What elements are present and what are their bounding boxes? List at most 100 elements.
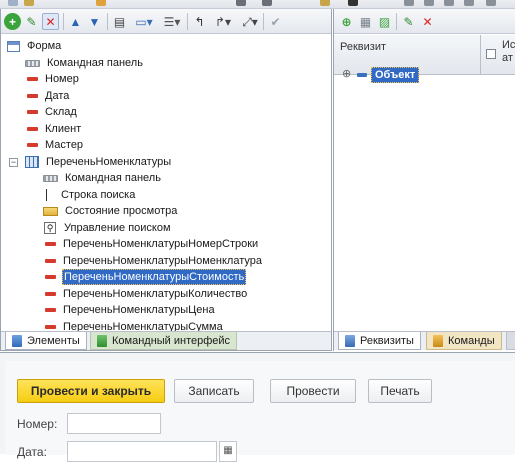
tab-commands[interactable]: Команды bbox=[426, 332, 502, 350]
delete-icon[interactable]: ✕ bbox=[419, 13, 436, 30]
field-icon bbox=[45, 259, 56, 263]
toolbar-icon[interactable] bbox=[24, 0, 34, 6]
post-and-close-button[interactable]: Провести и закрыть bbox=[17, 379, 165, 403]
expand-icon[interactable]: ⊕ bbox=[342, 68, 351, 80]
tree-item-price[interactable]: ПереченьНоменклатурыЦена bbox=[45, 302, 216, 318]
left-tab-bar: Элементы Командный интерфейс bbox=[1, 331, 331, 350]
date-label: Дата: bbox=[17, 445, 47, 459]
elements-tree: Форма Командная панель Номер Дата Склад … bbox=[1, 35, 331, 333]
tree-item-label: ПереченьНоменклатурыКоличество bbox=[63, 288, 248, 300]
tab-command-interface[interactable]: Командный интерфейс bbox=[90, 332, 238, 350]
add-column-icon[interactable]: ▦ bbox=[357, 13, 374, 30]
tree-item-table-command-bar[interactable]: Командная панель bbox=[43, 170, 162, 186]
column-label: Реквизит bbox=[340, 41, 386, 53]
command-bar-icon bbox=[43, 174, 58, 182]
search-string-icon bbox=[46, 189, 50, 201]
toolbar-icon[interactable] bbox=[404, 0, 414, 6]
tab-attributes[interactable]: Реквизиты bbox=[338, 332, 421, 350]
search-control-icon: ⚲ bbox=[44, 222, 56, 234]
tab-label: Команды bbox=[448, 334, 495, 347]
redo-menu-icon[interactable]: ↱▾ bbox=[211, 13, 235, 30]
column-label: Ис ат bbox=[502, 39, 515, 64]
tree-item-label: Состояние просмотра bbox=[65, 205, 178, 217]
expand-menu-icon[interactable]: ⤢▾ bbox=[239, 13, 261, 30]
tree-item-view-state[interactable]: Состояние просмотра bbox=[43, 203, 178, 219]
move-up-icon[interactable]: ▲ bbox=[67, 13, 84, 30]
number-field[interactable] bbox=[67, 413, 161, 434]
field-icon bbox=[45, 292, 56, 296]
delete-icon[interactable]: ✕ bbox=[42, 13, 59, 30]
display-menu-icon[interactable]: ▭▾ bbox=[133, 13, 155, 30]
tree-item-table[interactable]: ПереченьНоменклатуры bbox=[25, 154, 172, 170]
tab-label: Элементы bbox=[27, 334, 80, 347]
attributes-toolbar: ⊕ ▦ ▨ ✎ ✕ bbox=[334, 9, 515, 34]
toolbar-icon[interactable] bbox=[236, 0, 246, 6]
object-label: Объект bbox=[371, 67, 420, 83]
checkbox-icon bbox=[486, 49, 496, 59]
tree-item-line-number[interactable]: ПереченьНоменклатурыНомерСтроки bbox=[45, 236, 259, 252]
add-icon[interactable]: + bbox=[4, 13, 21, 30]
date-field[interactable] bbox=[67, 441, 217, 462]
field-icon bbox=[27, 110, 38, 114]
add-attribute-icon[interactable]: ⊕ bbox=[338, 13, 355, 30]
add-subitem-icon[interactable]: ▨ bbox=[376, 13, 393, 30]
view-state-icon bbox=[43, 206, 58, 216]
write-button[interactable]: Записать bbox=[174, 379, 254, 403]
tree-item-form[interactable]: Форма bbox=[7, 38, 62, 54]
tree-item-label: Склад bbox=[45, 106, 77, 118]
tree-item-search-control[interactable]: ⚲ Управление поиском bbox=[43, 220, 172, 236]
form-properties-icon[interactable]: ▤ bbox=[111, 13, 128, 30]
toolbar-icon[interactable] bbox=[464, 0, 474, 6]
tree-item-master[interactable]: Мастер bbox=[27, 137, 84, 153]
tree-item-search-string[interactable]: Строка поиска bbox=[43, 187, 136, 203]
attributes-tab-icon bbox=[345, 334, 355, 347]
check-icon[interactable]: ✔ bbox=[267, 13, 284, 30]
attribute-row-object[interactable]: ⊕ Объект bbox=[334, 67, 420, 83]
post-button[interactable]: Провести bbox=[270, 379, 356, 403]
tab-more[interactable] bbox=[506, 332, 515, 350]
number-label: Номер: bbox=[17, 417, 58, 431]
tree-item-client[interactable]: Клиент bbox=[27, 121, 82, 137]
field-icon bbox=[45, 242, 56, 246]
form-elements-panel: + ✎ ✕ ▲ ▼ ▤ ▭▾ ☰▾ ↰ ↱▾ ⤢▾ ✔ Форма Команд… bbox=[0, 9, 332, 351]
list-menu-icon[interactable]: ☰▾ bbox=[161, 13, 183, 30]
tab-elements[interactable]: Элементы bbox=[5, 332, 87, 350]
right-tab-bar: Реквизиты Команды bbox=[334, 331, 515, 350]
tree-item-label: Форма bbox=[27, 40, 62, 52]
tree-item-label: ПереченьНоменклатурыЦена bbox=[63, 304, 215, 316]
command-bar-icon bbox=[25, 59, 40, 67]
column-checkbox[interactable] bbox=[486, 35, 498, 75]
toolbar-icon[interactable] bbox=[262, 0, 272, 6]
calendar-icon[interactable]: ▦ bbox=[219, 441, 237, 462]
toolbar-icon[interactable] bbox=[8, 0, 18, 6]
tree-item-label: Номер bbox=[45, 73, 79, 85]
column-usage[interactable]: Ис ат bbox=[502, 35, 515, 75]
move-down-icon[interactable]: ▼ bbox=[86, 13, 103, 30]
tree-item-label: ПереченьНоменклатурыНоменклатура bbox=[63, 255, 262, 267]
tree-item-nomenclature[interactable]: ПереченьНоменклатурыНоменклатура bbox=[45, 253, 263, 269]
tree-item-warehouse[interactable]: Склад bbox=[27, 104, 78, 120]
toolbar-icon[interactable] bbox=[486, 0, 496, 6]
tree-item-label: Клиент bbox=[45, 123, 82, 135]
tree-item-date[interactable]: Дата bbox=[27, 88, 70, 104]
tree-item-command-bar[interactable]: Командная панель bbox=[25, 55, 144, 71]
tree-item-quantity[interactable]: ПереченьНоменклатурыКоличество bbox=[45, 286, 248, 302]
undo-icon[interactable]: ↰ bbox=[191, 13, 208, 30]
toolbar-icon[interactable] bbox=[320, 0, 330, 6]
tree-item-number[interactable]: Номер bbox=[27, 71, 80, 87]
field-icon bbox=[27, 127, 38, 131]
toolbar-separator bbox=[187, 13, 188, 30]
tree-item-label: Строка поиска bbox=[61, 189, 136, 201]
toolbar-icon[interactable] bbox=[96, 0, 106, 6]
edit-icon[interactable]: ✎ bbox=[23, 13, 40, 30]
elements-tab-icon bbox=[12, 334, 22, 347]
collapse-icon[interactable]: − bbox=[9, 158, 18, 167]
toolbar-separator bbox=[63, 13, 64, 30]
toolbar-icon[interactable] bbox=[348, 0, 358, 6]
tree-item-cost[interactable]: ПереченьНоменклатурыСтоимость bbox=[45, 269, 247, 285]
toolbar-icon[interactable] bbox=[444, 0, 454, 6]
form-preview: Провести и закрыть Записать Провести Печ… bbox=[0, 352, 515, 462]
print-button[interactable]: Печать bbox=[368, 379, 432, 403]
edit-icon[interactable]: ✎ bbox=[400, 13, 417, 30]
toolbar-icon[interactable] bbox=[424, 0, 434, 6]
